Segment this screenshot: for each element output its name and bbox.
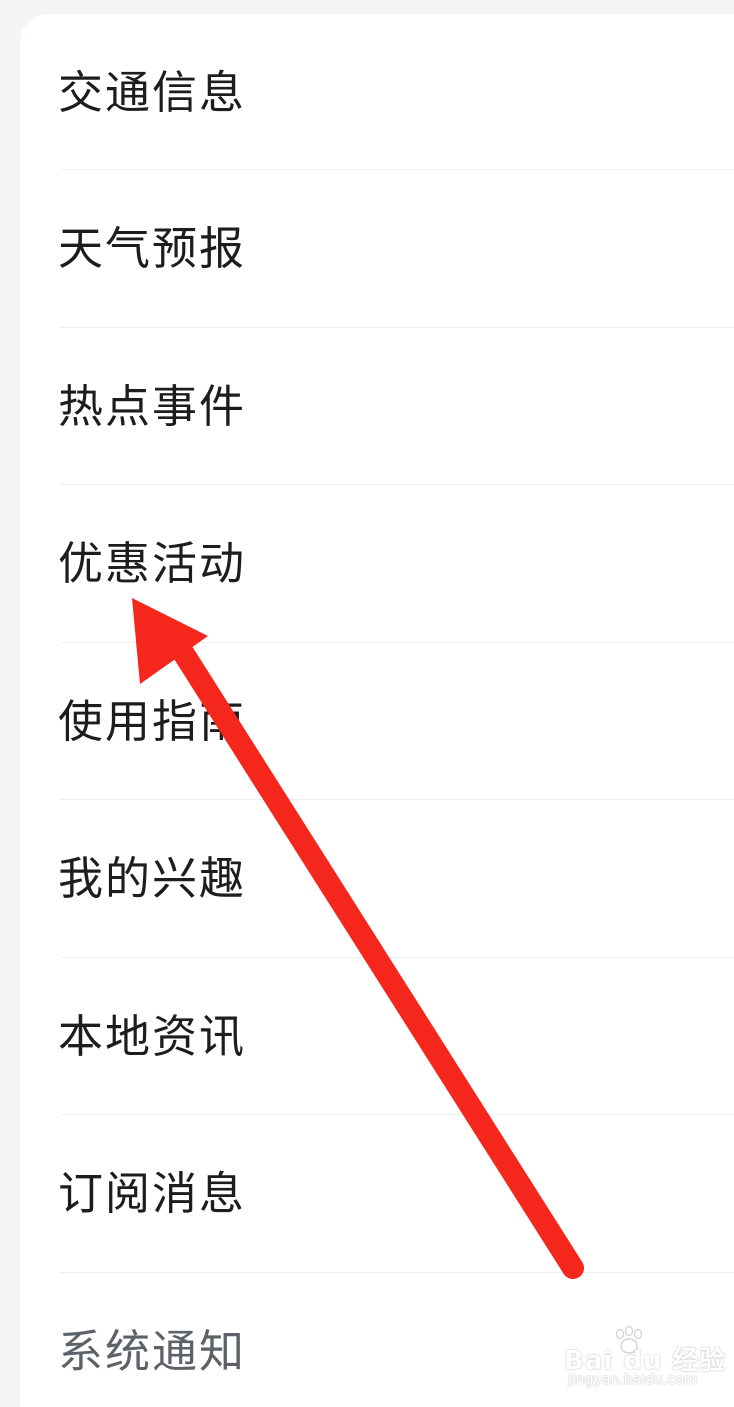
- menu-item-label: 使用指南: [58, 694, 247, 748]
- menu-item-promotions[interactable]: 优惠活动: [20, 485, 734, 643]
- menu-item-label: 天气预报: [58, 222, 247, 276]
- menu-item-subscription-messages[interactable]: 订阅消息: [20, 1115, 734, 1273]
- menu-item-user-guide[interactable]: 使用指南: [20, 643, 734, 801]
- settings-card: 交通信息 天气预报 热点事件 优惠活动 使用指南 我的兴趣 本地资讯 订阅消息 …: [20, 14, 734, 1407]
- menu-item-label: 交通信息: [58, 65, 247, 119]
- menu-item-my-interests[interactable]: 我的兴趣: [20, 800, 734, 958]
- menu-item-hot-events[interactable]: 热点事件: [20, 328, 734, 486]
- menu-item-label: 我的兴趣: [58, 852, 247, 906]
- menu-item-local-news[interactable]: 本地资讯: [20, 958, 734, 1116]
- menu-item-label: 热点事件: [58, 379, 247, 433]
- menu-item-weather-forecast[interactable]: 天气预报: [20, 170, 734, 328]
- menu-list: 交通信息 天气预报 热点事件 优惠活动 使用指南 我的兴趣 本地资讯 订阅消息 …: [20, 14, 734, 1407]
- menu-item-label: 本地资讯: [58, 1009, 247, 1063]
- menu-item-label: 系统通知: [58, 1324, 247, 1378]
- menu-item-label: 订阅消息: [58, 1167, 247, 1221]
- menu-item-traffic-info[interactable]: 交通信息: [20, 14, 734, 170]
- menu-item-system-notifications[interactable]: 系统通知: [20, 1273, 734, 1407]
- menu-item-label: 优惠活动: [58, 537, 247, 591]
